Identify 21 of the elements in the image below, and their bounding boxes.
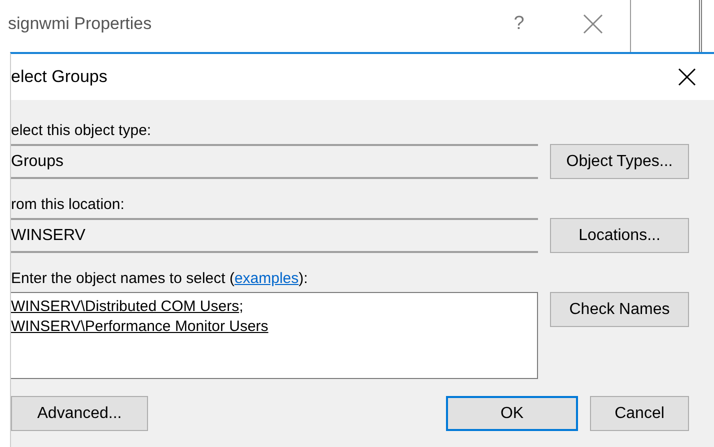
dialog-button[interactable]: OK (446, 396, 578, 431)
field-label: ): (298, 270, 308, 287)
check-names-button[interactable]: Check Names (550, 292, 689, 327)
field-label: Enter the object names to select ( (11, 270, 234, 287)
locations-button[interactable]: Locations... (550, 218, 689, 253)
object-name: WINSERV\Distributed COM Users (11, 298, 240, 315)
help-button[interactable]: ? (504, 13, 534, 35)
dialog-title: elect Groups (11, 67, 108, 87)
location-field: WINSERV (11, 218, 538, 253)
object-names-field[interactable]: WINSERV\Distributed COM Users; WINSERV\Performance Monitor Users (11, 292, 538, 379)
examples-link[interactable]: examples (234, 270, 299, 287)
object-types-button[interactable]: Object Types... (550, 144, 689, 179)
object-type-field: Groups (11, 144, 538, 179)
dialog-button[interactable]: Advanced... (11, 396, 148, 431)
separator-text: ; (239, 298, 244, 315)
window-title: signwmi Properties (8, 14, 153, 34)
dialog-button[interactable]: Cancel (590, 396, 689, 431)
close-icon[interactable] (678, 68, 696, 86)
field-label: rom this location: (11, 196, 126, 213)
field-label: elect this object type: (11, 122, 152, 139)
object-name: WINSERV\Performance Monitor Users (11, 318, 268, 335)
